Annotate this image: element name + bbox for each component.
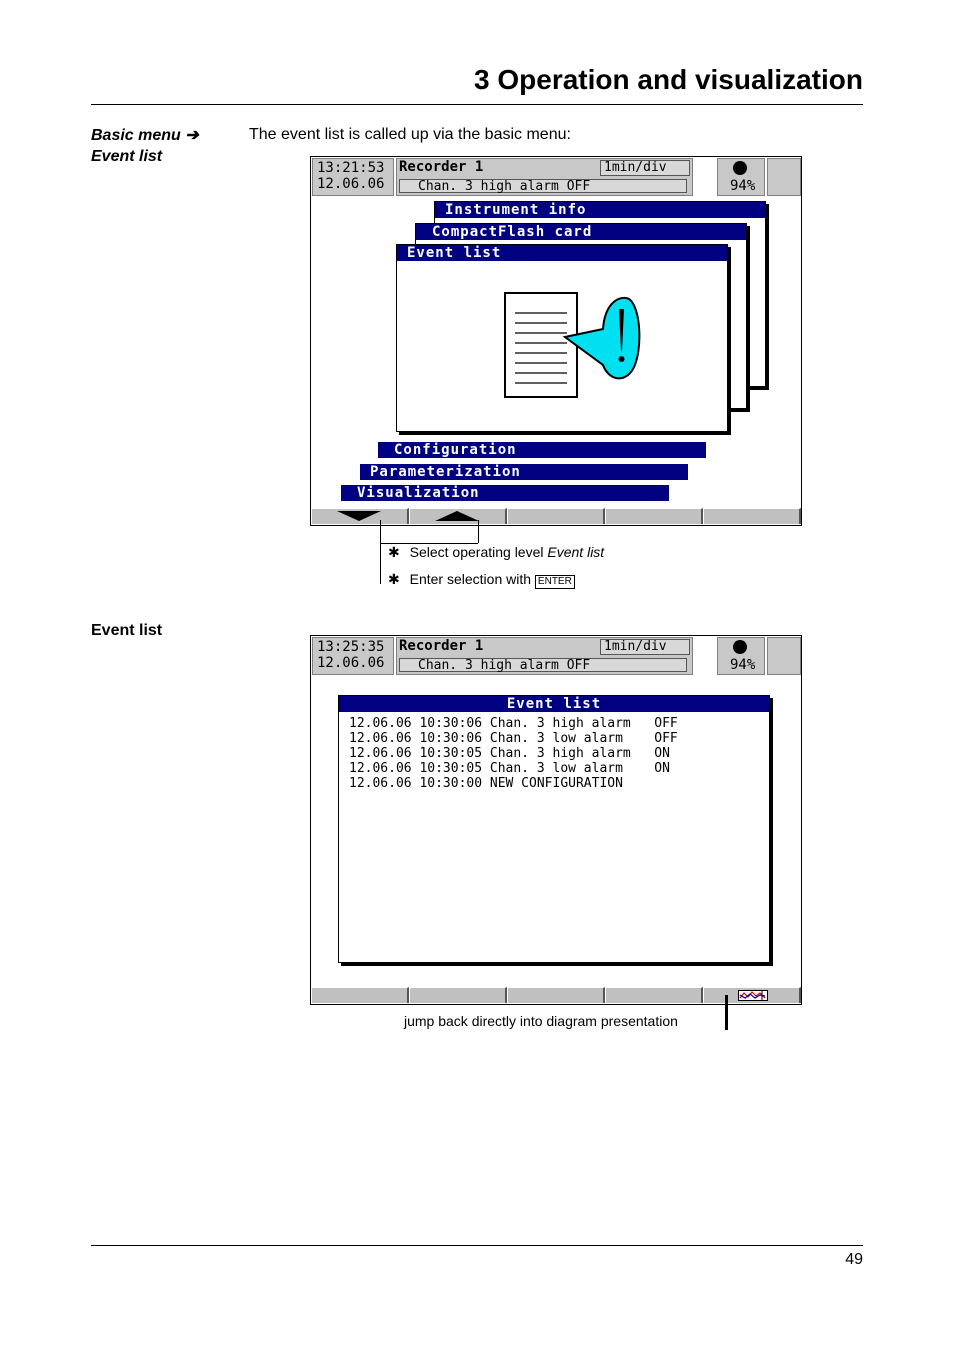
event-list-window: Event list 12.06.06 10:30:06 Chan. 3 hig… — [338, 695, 770, 963]
menu-configuration[interactable]: Configuration — [378, 442, 706, 458]
callout-enter-text: Enter selection with — [409, 571, 535, 587]
callout-line-left — [380, 520, 381, 584]
diagram-icon — [738, 990, 768, 1001]
softkey-up[interactable] — [410, 508, 507, 524]
menu-instrument-info[interactable]: Instrument info — [435, 202, 765, 218]
arrow-down-icon — [337, 511, 381, 521]
intro-text: The event list is called up via the basi… — [249, 126, 571, 143]
event-row[interactable]: 12.06.06 10:30:05 Chan. 3 low alarm ON — [349, 761, 670, 776]
sidebar-line-1: Basic menu ➔ — [91, 127, 199, 144]
event-row[interactable]: 12.06.06 10:30:06 Chan. 3 high alarm OFF — [349, 716, 678, 731]
compactflash-icon — [733, 640, 747, 654]
header-rule — [91, 104, 863, 105]
recorder-status-panel: Recorder 1 1min/div Chan. 3 high alarm O… — [396, 637, 693, 675]
menu-visualization[interactable]: Visualization — [341, 485, 669, 501]
callout-diagram-text: jump back directly into diagram presenta… — [404, 1013, 678, 1029]
clock-panel: 13:21:53 12.06.06 — [312, 158, 394, 196]
recorder-name: Recorder 1 — [399, 638, 484, 654]
softkey-diagram[interactable] — [704, 987, 801, 1003]
callout-enter-selection: ✱ Enter selection with ENTER — [388, 571, 575, 589]
recorder-screen-event-list: 13:25:35 12.06.06 Recorder 1 1min/div Ch… — [310, 635, 802, 1005]
recorder-status-panel: Recorder 1 1min/div Chan. 3 high alarm O… — [396, 158, 693, 196]
softkey-3[interactable] — [508, 987, 605, 1003]
enter-key: ENTER — [534, 575, 575, 589]
footer-rule — [91, 1245, 863, 1246]
menu-parameterization[interactable]: Parameterization — [360, 464, 688, 480]
alarm-status: Chan. 3 high alarm OFF — [399, 179, 687, 194]
softkey-4[interactable] — [606, 987, 703, 1003]
status-spare-panel — [767, 158, 801, 196]
event-list-title: Event list — [339, 696, 769, 712]
memory-panel: 94% — [717, 158, 765, 196]
callout-select-level: ✱ Select operating level Event list — [388, 544, 604, 561]
event-row[interactable]: 12.06.06 10:30:00 NEW CONFIGURATION — [349, 776, 623, 791]
menu-event-list[interactable]: Event list — [397, 245, 727, 261]
callout-select-text: Select operating level — [409, 544, 548, 560]
page-number: 49 — [845, 1251, 863, 1268]
arrow-up-icon — [435, 511, 479, 521]
memory-level: 94% — [730, 178, 756, 194]
callout-line-diagram — [725, 995, 728, 1030]
event-list-icon — [504, 292, 641, 398]
menu-compactflash[interactable]: CompactFlash card — [416, 224, 746, 240]
clock-date: 12.06.06 — [317, 655, 385, 671]
bullet-icon: ✱ — [388, 571, 400, 587]
time-scale: 1min/div — [600, 160, 690, 176]
event-row[interactable]: 12.06.06 10:30:06 Chan. 3 low alarm OFF — [349, 731, 678, 746]
page-title: 3 Operation and visualization — [474, 64, 863, 95]
softkey-2[interactable] — [410, 987, 507, 1003]
softkey-5[interactable] — [704, 508, 801, 524]
window-event-list[interactable]: Event list — [396, 244, 728, 432]
sidebar-heading-basic-menu: Basic menu ➔ Event list — [91, 125, 199, 167]
status-spare-panel — [767, 637, 801, 675]
softkey-1[interactable] — [312, 987, 409, 1003]
callout-line-right — [478, 520, 479, 543]
recorder-name: Recorder 1 — [399, 159, 484, 175]
clock-panel: 13:25:35 12.06.06 — [312, 637, 394, 675]
softkey-down[interactable] — [312, 508, 409, 524]
compactflash-icon — [733, 161, 747, 175]
softkey-4[interactable] — [606, 508, 703, 524]
clock-time: 13:25:35 — [317, 639, 385, 655]
recorder-screen-basic-menu: 13:21:53 12.06.06 Recorder 1 1min/div Ch… — [310, 156, 802, 526]
bullet-icon: ✱ — [388, 544, 400, 560]
callout-select-italic: Event list — [547, 544, 605, 560]
event-row[interactable]: 12.06.06 10:30:05 Chan. 3 high alarm ON — [349, 746, 670, 761]
memory-level: 94% — [730, 657, 756, 673]
clock-date: 12.06.06 — [317, 176, 385, 192]
sidebar-heading-event-list: Event list — [91, 622, 163, 639]
clock-time: 13:21:53 — [317, 160, 385, 176]
time-scale: 1min/div — [600, 639, 690, 655]
softkey-3[interactable] — [508, 508, 605, 524]
memory-panel: 94% — [717, 637, 765, 675]
alarm-status: Chan. 3 high alarm OFF — [399, 658, 687, 673]
sidebar-line-2: Event list — [91, 148, 163, 165]
